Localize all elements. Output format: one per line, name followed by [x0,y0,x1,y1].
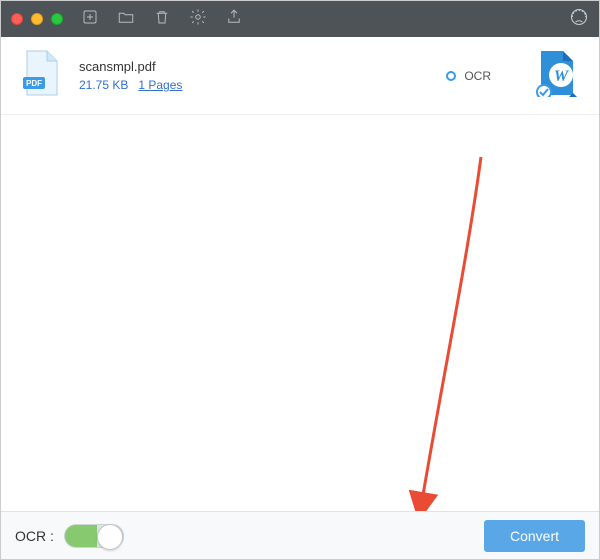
svg-text:PDF: PDF [26,79,42,88]
bottombar: OCR : Convert [1,511,599,559]
zoom-window-button[interactable] [51,13,63,25]
trash-icon[interactable] [153,8,171,31]
gear-icon[interactable] [189,8,207,31]
titlebar [1,1,599,37]
svg-text:W: W [554,68,570,85]
folder-icon[interactable] [117,8,135,31]
ocr-indicator[interactable]: OCR [446,69,491,83]
ocr-radio-icon [446,71,456,81]
ocr-bottom-label: OCR : [15,528,54,544]
output-format-word-icon[interactable]: W [535,49,579,102]
add-file-icon[interactable] [81,8,99,31]
toolbar [81,8,243,31]
convert-button[interactable]: Convert [484,520,585,552]
annotation-arrow [391,147,501,511]
close-window-button[interactable] [11,13,23,25]
export-icon[interactable] [225,8,243,31]
file-list: PDF scansmpl.pdf 21.75 KB 1 Pages OCR W [1,37,599,511]
ocr-toggle-knob [97,524,123,550]
support-icon[interactable] [569,7,589,32]
window-controls [11,13,63,25]
minimize-window-button[interactable] [31,13,43,25]
file-size: 21.75 KB [79,78,128,92]
file-name: scansmpl.pdf [79,59,182,74]
file-meta: scansmpl.pdf 21.75 KB 1 Pages [79,59,182,92]
ocr-toggle[interactable] [64,524,124,548]
file-row[interactable]: PDF scansmpl.pdf 21.75 KB 1 Pages OCR W [1,37,599,115]
pdf-file-icon: PDF [21,49,65,102]
ocr-inline-label: OCR [464,69,491,83]
file-pages-link[interactable]: 1 Pages [138,78,182,92]
